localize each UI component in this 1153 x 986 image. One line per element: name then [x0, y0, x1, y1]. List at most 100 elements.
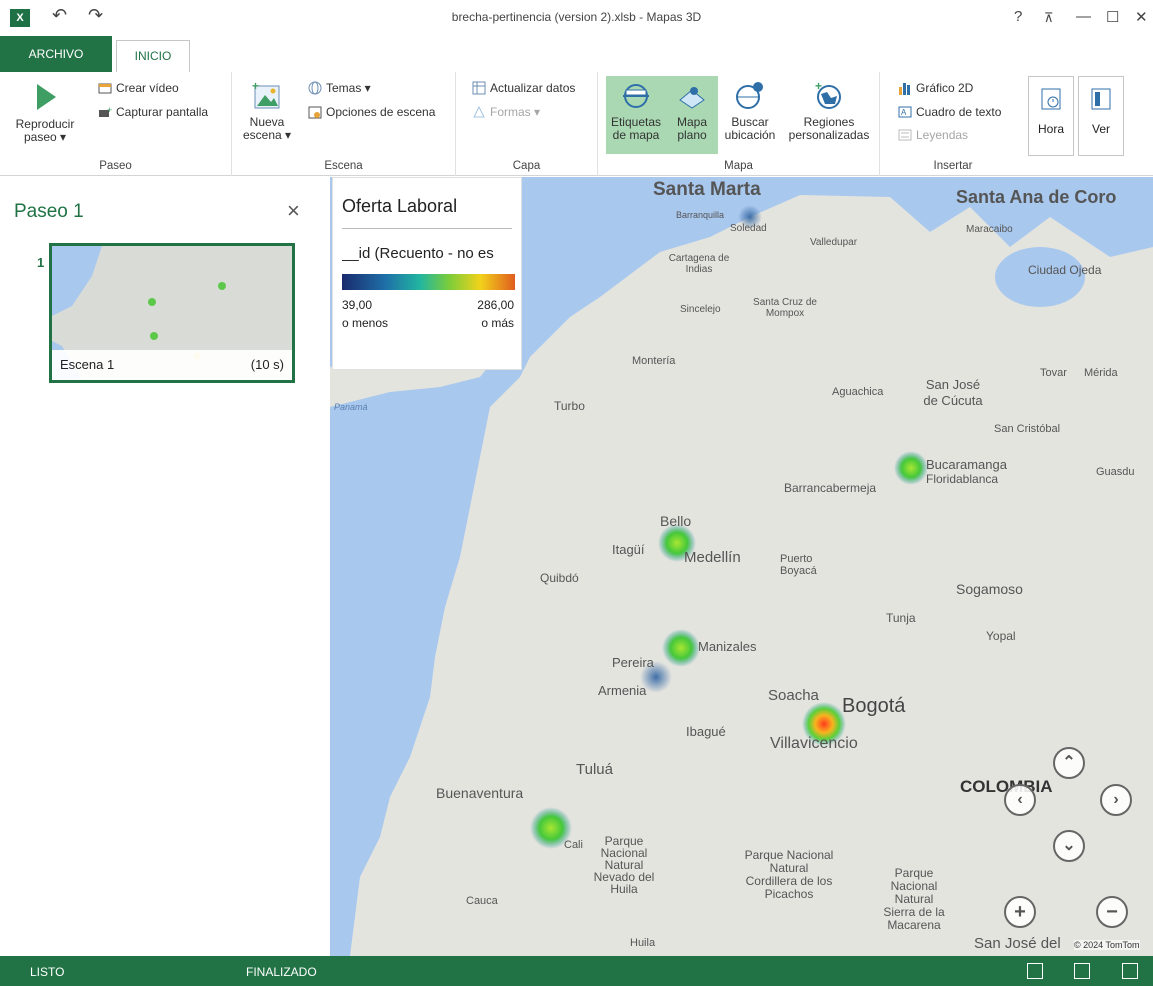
label-yopal: Yopal	[986, 629, 1016, 643]
zoom-out-button[interactable]: −	[1096, 896, 1128, 928]
label-merida: Mérida	[1084, 367, 1118, 379]
label-huila: Huila	[630, 937, 656, 949]
legend-title: Oferta Laboral	[342, 196, 458, 216]
view-icon	[1091, 88, 1111, 110]
custom-regions-label: Regiones personalizadas	[788, 115, 870, 142]
hotspot-bucaramanga[interactable]	[894, 451, 928, 485]
pan-right-button[interactable]: ›	[1100, 784, 1132, 816]
close-button[interactable]: ✕	[1135, 8, 1148, 26]
label-ibague: Ibagué	[686, 724, 726, 739]
label-villavicencio: Villavicencio	[770, 735, 858, 752]
legend-max-value: 286,00	[477, 298, 514, 312]
scene-options-icon	[308, 106, 322, 119]
shapes-icon	[473, 105, 485, 118]
label-barrancabermeja: Barrancabermeja	[784, 481, 877, 495]
label-bello: Bello	[660, 513, 692, 529]
flat-map-button[interactable]: Mapa plano	[666, 76, 718, 154]
scene-number: 1	[37, 255, 45, 270]
new-scene-button[interactable]: + Nueva escena ▾	[242, 80, 292, 142]
label-tovar: Tovar	[1040, 367, 1067, 379]
scene-options-button[interactable]: Opciones de escena	[308, 105, 435, 119]
find-location-icon	[736, 82, 763, 109]
maximize-button[interactable]: ☐	[1106, 8, 1119, 26]
flat-map-icon	[679, 87, 705, 109]
chart-2d-button[interactable]: Gráfico 2D	[898, 81, 973, 95]
shapes-button[interactable]: Formas ▾	[472, 105, 540, 119]
map-labels-button[interactable]: Etiquetas de mapa	[606, 76, 666, 154]
new-scene-label: Nueva escena ▾	[242, 115, 292, 142]
ribbon-display-icon[interactable]: ⊼	[1044, 10, 1054, 26]
label-monteria: Montería	[632, 355, 676, 367]
legend-max-label: o más	[481, 316, 514, 330]
layer-pane-icon[interactable]	[1074, 963, 1090, 979]
svg-text:+: +	[252, 80, 259, 93]
ribbon: Reproducir paseo ▾ Crear vídeo + Captura…	[0, 72, 1153, 176]
capture-screen-button[interactable]: + Capturar pantalla	[98, 105, 208, 119]
themes-button[interactable]: Temas ▾	[308, 81, 371, 95]
map-legend[interactable]: Oferta Laboral __id (Recuento - no es 39…	[332, 177, 522, 370]
label-guasdualito: Guasdu	[1096, 466, 1135, 478]
group-insertar: Gráfico 2D A Cuadro de texto Leyendas In…	[880, 72, 1026, 176]
label-soledad: Soledad	[730, 223, 767, 234]
globe-icon	[308, 81, 322, 95]
flat-map-label: Mapa plano	[676, 115, 708, 142]
textbox-label: Cuadro de texto	[916, 105, 1002, 119]
status-bar: LISTO FINALIZADO	[0, 956, 1153, 986]
legends-button[interactable]: Leyendas	[898, 128, 968, 142]
label-manizales: Manizales	[698, 639, 757, 654]
tab-archivo[interactable]: ARCHIVO	[0, 36, 112, 72]
play-icon	[37, 84, 56, 110]
group-paseo-label: Paseo	[99, 160, 132, 172]
legend-color-scale	[342, 274, 515, 290]
minimize-button[interactable]: —	[1076, 8, 1091, 25]
pan-down-button[interactable]: ⌄	[1053, 830, 1085, 862]
refresh-data-button[interactable]: Actualizar datos	[472, 81, 575, 95]
title-bar: X ↶ ↷ brecha-pertinencia (version 2).xls…	[0, 0, 1153, 36]
label-floridablanca: Floridablanca	[926, 472, 999, 486]
hotspot-manizales[interactable]	[662, 629, 700, 667]
close-panel-icon[interactable]: ×	[287, 198, 300, 224]
play-tour-label: Reproducir paseo ▾	[15, 117, 75, 144]
label-bogota: Bogotá	[842, 695, 906, 717]
time-button[interactable]: Hora	[1028, 76, 1074, 156]
label-cartagena: Cartagena de Indias	[668, 253, 730, 275]
find-location-label: Buscar ubicación	[724, 115, 776, 142]
label-itagui: Itagüí	[612, 542, 645, 557]
group-insertar-label: Insertar	[933, 160, 973, 172]
pan-left-button[interactable]: ‹	[1004, 784, 1036, 816]
create-video-button[interactable]: Crear vídeo	[98, 81, 179, 95]
view-label: Ver	[1091, 122, 1110, 136]
label-turbo: Turbo	[554, 399, 585, 413]
group-escena-label: Escena	[324, 160, 363, 172]
tour-title: Paseo 1	[14, 201, 84, 222]
tabs-band	[112, 36, 1153, 72]
pan-up-button[interactable]: ⌃	[1053, 747, 1085, 779]
scene-name: Escena 1	[60, 357, 115, 372]
label-armenia: Armenia	[598, 683, 647, 698]
ribbon-tabs: ARCHIVO INICIO	[0, 36, 1153, 72]
textbox-button[interactable]: A Cuadro de texto	[898, 105, 1001, 119]
scene-thumbnail[interactable]: Escena 1 (10 s)	[49, 243, 295, 383]
view-button[interactable]: Ver	[1078, 76, 1124, 156]
scene-info-bar: Escena 1 (10 s)	[52, 350, 292, 380]
label-bucaramanga: Bucaramanga	[926, 457, 1007, 472]
find-location-button[interactable]: Buscar ubicación	[722, 80, 778, 142]
zoom-in-button[interactable]: +	[1004, 896, 1036, 928]
label-maracaibo: Maracaibo	[966, 224, 1013, 235]
chart-2d-label: Gráfico 2D	[916, 81, 974, 95]
label-puerto-boyaca: Puerto Boyacá	[780, 553, 817, 577]
custom-regions-button[interactable]: + Regiones personalizadas	[782, 80, 876, 142]
help-icon[interactable]: ?	[1014, 8, 1022, 25]
svg-text:+: +	[815, 80, 822, 93]
play-tour-button[interactable]: Reproducir paseo ▾	[12, 80, 78, 144]
tour-editor-icon[interactable]	[1027, 963, 1043, 979]
field-list-icon[interactable]	[1122, 963, 1138, 979]
tab-inicio[interactable]: INICIO	[116, 40, 190, 72]
map-labels-icon	[623, 84, 649, 108]
clock-icon	[1041, 88, 1061, 110]
label-soacha: Soacha	[768, 687, 819, 704]
label-santa-ana: Santa Ana de Coro	[956, 187, 1117, 207]
label-parque-macarena: Parque Nacional Natural Sierra de la Mac…	[883, 866, 945, 932]
status-done: FINALIZADO	[246, 965, 317, 979]
label-medellin: Medellín	[684, 549, 741, 566]
